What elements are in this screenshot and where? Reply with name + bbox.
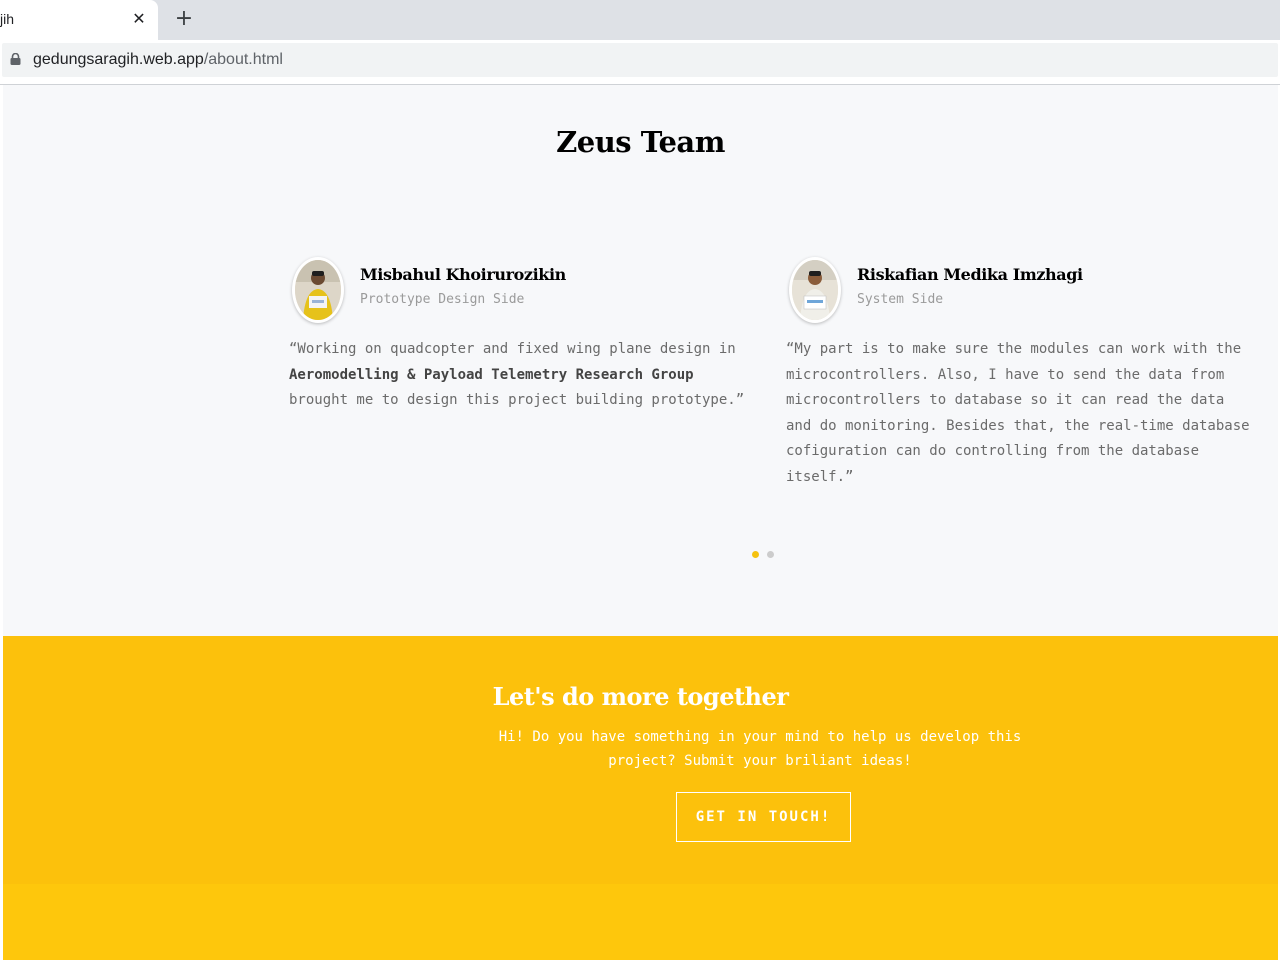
cta-title: Let's do more together <box>492 682 789 711</box>
browser-tab[interactable]: jih ✕ <box>0 0 158 40</box>
new-tab-icon[interactable]: + <box>172 7 196 31</box>
avatar <box>292 257 344 323</box>
member-name: Misbahul Khoirurozikin <box>360 265 566 284</box>
get-in-touch-button[interactable]: GET IN TOUCH! <box>676 792 851 842</box>
page-content: Zeus Team Misbahul Khoirurozikin Prototy… <box>3 85 1278 960</box>
avatar <box>789 257 841 323</box>
quote-text: brought me to design this project buildi… <box>289 392 745 409</box>
quote-highlight: Aeromodelling & Payload Telemetry Resear… <box>289 366 694 383</box>
person-photo-icon <box>792 260 838 320</box>
url-path: /about.html <box>203 51 283 68</box>
member-role: System Side <box>857 292 944 307</box>
team-section-title: Zeus Team <box>556 125 725 159</box>
cta-section: Let's do more together Hi! Do you have s… <box>3 636 1278 884</box>
member-quote: “My part is to make sure the modules can… <box>786 341 1250 485</box>
carousel-dot-2[interactable] <box>767 551 774 558</box>
person-photo-icon <box>295 260 341 320</box>
lock-icon <box>10 53 21 65</box>
member-quote: “Working on quadcopter and fixed wing pl… <box>289 337 757 414</box>
url-text[interactable]: gedungsaragih.web.app/about.html <box>33 51 283 69</box>
address-bar[interactable]: gedungsaragih.web.app/about.html <box>2 43 1278 77</box>
member-name: Riskafian Medika Imzhagi <box>857 265 1083 284</box>
quote-text: “Working on quadcopter and fixed wing pl… <box>289 341 736 357</box>
member-role: Prototype Design Side <box>360 292 525 307</box>
carousel-dot-1[interactable] <box>752 551 759 558</box>
tab-strip: jih ✕ + <box>0 0 1280 40</box>
cta-text: Hi! Do you have something in your mind t… <box>498 729 1022 769</box>
footer <box>3 884 1278 960</box>
url-host: gedungsaragih.web.app <box>33 51 204 68</box>
close-tab-icon[interactable]: ✕ <box>128 8 150 30</box>
browser-toolbar: gedungsaragih.web.app/about.html <box>0 40 1280 85</box>
tab-title: jih <box>0 11 15 27</box>
